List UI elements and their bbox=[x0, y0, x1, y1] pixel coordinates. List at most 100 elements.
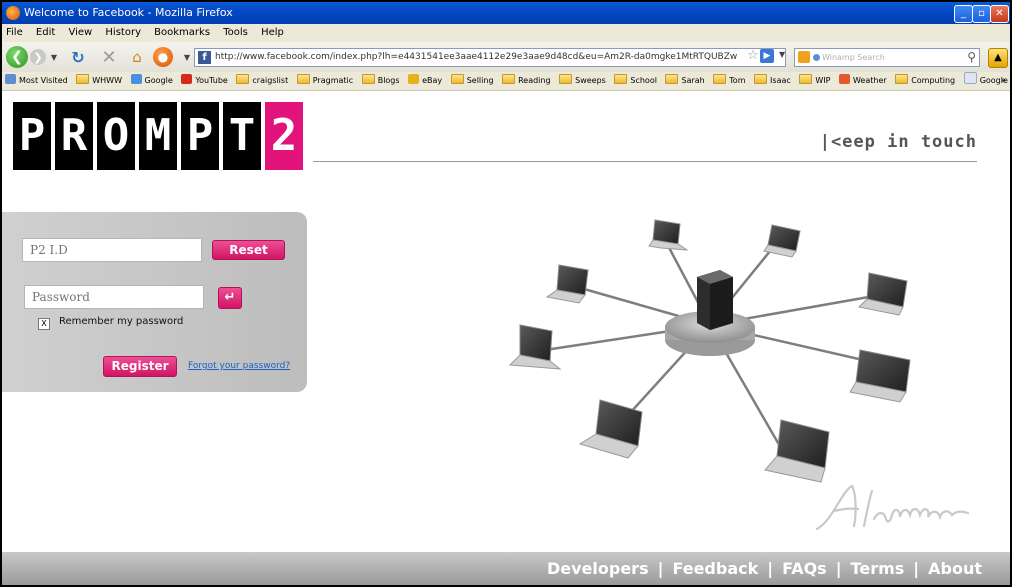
home-icon[interactable]: ⌂ bbox=[127, 48, 147, 66]
bookmark-item[interactable]: Weather bbox=[838, 72, 887, 90]
search-engine-icon[interactable] bbox=[798, 51, 810, 63]
folder-icon bbox=[296, 74, 310, 84]
google-icon bbox=[130, 74, 142, 84]
title-bar: Welcome to Facebook - Mozilla Firefox _ … bbox=[2, 2, 1010, 24]
page-tagline: |<eep in touch bbox=[819, 132, 977, 152]
navigation-toolbar: ❮ ❯ ▼ ↻ ✕ ⌂ ● ▼ f http://www.facebook.com… bbox=[2, 42, 1010, 72]
network-illustration bbox=[508, 219, 911, 483]
bookmark-item[interactable]: eBay bbox=[408, 72, 442, 90]
page-content: P R O M P T 2 |<eep in touch Reset ↵ X R… bbox=[2, 91, 1010, 585]
laptop-icon bbox=[545, 264, 589, 304]
folder-icon bbox=[502, 74, 516, 84]
maximize-button[interactable]: ▫ bbox=[972, 5, 991, 23]
search-input[interactable]: Winamp Search ⚲ bbox=[794, 48, 980, 67]
reload-icon[interactable]: ↻ bbox=[68, 48, 88, 67]
toolbar-extension-icon[interactable]: ▲ bbox=[988, 48, 1008, 68]
menu-tools[interactable]: Tools bbox=[223, 27, 248, 38]
footer-separator: | bbox=[657, 559, 664, 578]
url-dropdown-icon[interactable]: ▼ bbox=[779, 50, 785, 59]
weather-icon bbox=[838, 74, 850, 84]
bookmark-item[interactable]: Sarah bbox=[665, 72, 705, 90]
footer: Developers | Feedback | FAQs | Terms | About bbox=[2, 552, 1010, 585]
folder-icon bbox=[665, 74, 679, 84]
laptop-icon bbox=[849, 349, 911, 403]
bookmark-item[interactable]: Most Visited bbox=[5, 72, 68, 90]
menu-bookmarks[interactable]: Bookmarks bbox=[154, 27, 210, 38]
laptop-icon bbox=[763, 224, 801, 258]
forward-arrow-icon[interactable]: ❯ bbox=[30, 49, 46, 65]
search-icon[interactable]: ⚲ bbox=[967, 49, 976, 66]
ebay-icon bbox=[408, 74, 420, 84]
footer-links: Developers | Feedback | FAQs | Terms | About bbox=[547, 552, 982, 585]
addon-icon[interactable]: ● bbox=[153, 47, 173, 67]
menu-view[interactable]: View bbox=[68, 27, 92, 38]
stop-icon[interactable]: ✕ bbox=[99, 47, 119, 68]
bookmark-item[interactable]: Google bbox=[130, 72, 173, 90]
menu-bar: File Edit View History Bookmarks Tools H… bbox=[2, 24, 1010, 42]
close-button[interactable]: ✕ bbox=[990, 5, 1009, 23]
id-input[interactable] bbox=[22, 238, 202, 262]
logo-tile: R bbox=[55, 102, 93, 170]
remember-checkbox[interactable]: X bbox=[38, 318, 50, 330]
site-logo: P R O M P T 2 bbox=[13, 102, 307, 170]
laptop-icon bbox=[648, 219, 689, 251]
forgot-password-link[interactable]: Forgot your password? bbox=[188, 361, 290, 371]
bookmark-item[interactable]: Reading bbox=[502, 72, 551, 90]
folder-icon bbox=[713, 74, 727, 84]
login-panel: Reset ↵ X Remember my password Register … bbox=[2, 212, 307, 392]
folder-icon bbox=[799, 74, 813, 84]
footer-link-about[interactable]: About bbox=[928, 559, 982, 578]
bookmark-item[interactable]: YouTube bbox=[181, 72, 228, 90]
footer-link-faqs[interactable]: FAQs bbox=[782, 559, 827, 578]
bookmark-item[interactable]: Sweeps bbox=[559, 72, 606, 90]
bookmark-item[interactable]: School bbox=[614, 72, 657, 90]
back-arrow-icon[interactable]: ❮ bbox=[6, 46, 28, 68]
search-placeholder: Winamp Search bbox=[822, 53, 885, 62]
footer-separator: | bbox=[767, 559, 774, 578]
reset-button[interactable]: Reset bbox=[212, 240, 285, 260]
bookmark-item[interactable]: Pragmatic bbox=[296, 72, 353, 90]
search-engine-dot-icon bbox=[813, 54, 820, 61]
folder-icon bbox=[754, 74, 768, 84]
addon-dropdown-icon[interactable]: ▼ bbox=[182, 50, 192, 64]
folder-icon bbox=[614, 74, 628, 84]
youtube-icon bbox=[181, 74, 193, 84]
folder-icon bbox=[76, 74, 90, 84]
feed-icon[interactable]: ▶ bbox=[760, 49, 774, 63]
minimize-button[interactable]: _ bbox=[954, 5, 973, 23]
server-icon bbox=[697, 270, 733, 330]
address-bar[interactable]: f http://www.facebook.com/index.php?lh=e4… bbox=[194, 48, 786, 67]
bookmark-item[interactable]: Tom bbox=[713, 72, 746, 90]
more-bookmarks-icon[interactable]: » bbox=[1000, 72, 1006, 90]
folder-icon bbox=[361, 74, 375, 84]
menu-file[interactable]: File bbox=[6, 27, 23, 38]
screen-frame: Welcome to Facebook - Mozilla Firefox _ … bbox=[0, 0, 1012, 587]
remember-label: Remember my password bbox=[59, 316, 184, 327]
facebook-favicon-icon: f bbox=[198, 51, 211, 64]
history-dropdown-icon[interactable]: ▼ bbox=[49, 50, 59, 64]
browser-window: Welcome to Facebook - Mozilla Firefox _ … bbox=[2, 2, 1010, 585]
bookmark-item[interactable]: Computing bbox=[895, 72, 955, 90]
folder-icon bbox=[236, 74, 250, 84]
bookmark-item[interactable]: Isaac bbox=[754, 72, 791, 90]
menu-edit[interactable]: Edit bbox=[36, 27, 55, 38]
footer-link-feedback[interactable]: Feedback bbox=[672, 559, 758, 578]
footer-link-developers[interactable]: Developers bbox=[547, 559, 649, 578]
password-input[interactable] bbox=[24, 285, 204, 309]
page-icon bbox=[963, 72, 977, 84]
bookmark-item[interactable]: craigslist bbox=[236, 72, 288, 90]
bookmark-icon bbox=[5, 74, 16, 84]
footer-link-terms[interactable]: Terms bbox=[851, 559, 905, 578]
register-button[interactable]: Register bbox=[103, 356, 177, 377]
bookmark-item[interactable]: Blogs bbox=[361, 72, 400, 90]
bookmark-item[interactable]: Selling bbox=[450, 72, 494, 90]
bookmark-item[interactable]: WIP bbox=[799, 72, 830, 90]
bookmark-item[interactable]: WHWW bbox=[76, 72, 122, 90]
enter-arrow-icon[interactable]: ↵ bbox=[218, 287, 242, 309]
menu-history[interactable]: History bbox=[105, 27, 141, 38]
footer-separator: | bbox=[913, 559, 920, 578]
header-divider bbox=[313, 161, 977, 162]
folder-icon bbox=[559, 74, 573, 84]
bookmark-star-icon[interactable]: ☆ bbox=[747, 48, 759, 63]
menu-help[interactable]: Help bbox=[261, 27, 284, 38]
